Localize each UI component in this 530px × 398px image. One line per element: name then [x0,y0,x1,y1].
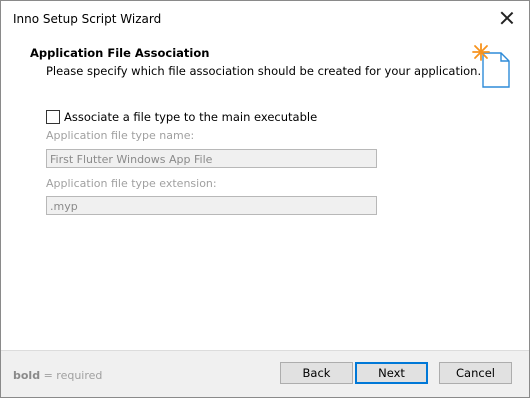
back-button[interactable]: Back [280,362,353,384]
associate-checkbox[interactable] [46,110,60,124]
window-title: Inno Setup Script Wizard [13,12,162,26]
associate-checkbox-label[interactable]: Associate a file type to the main execut… [64,110,317,124]
required-legend-text: = required [43,369,103,382]
required-legend: bold = required [13,369,102,382]
file-type-extension-label: Application file type extension: [46,177,217,190]
associate-checkbox-row[interactable]: Associate a file type to the main execut… [46,109,317,125]
file-type-name-label: Application file type name: [46,129,195,142]
wizard-sparkle-document-icon [472,43,510,88]
page-subtitle: Please specify which file association sh… [46,64,482,78]
next-button[interactable]: Next [355,362,428,384]
page-title: Application File Association [30,46,210,60]
required-legend-bold: bold [13,369,41,382]
file-type-name-input[interactable]: First Flutter Windows App File [46,149,377,168]
close-icon[interactable] [499,10,515,26]
file-type-extension-input[interactable]: .myp [46,196,377,215]
cancel-button[interactable]: Cancel [439,362,512,384]
title-bar: Inno Setup Script Wizard [1,1,529,37]
wizard-window: Inno Setup Script Wizard Application Fil… [0,0,530,398]
